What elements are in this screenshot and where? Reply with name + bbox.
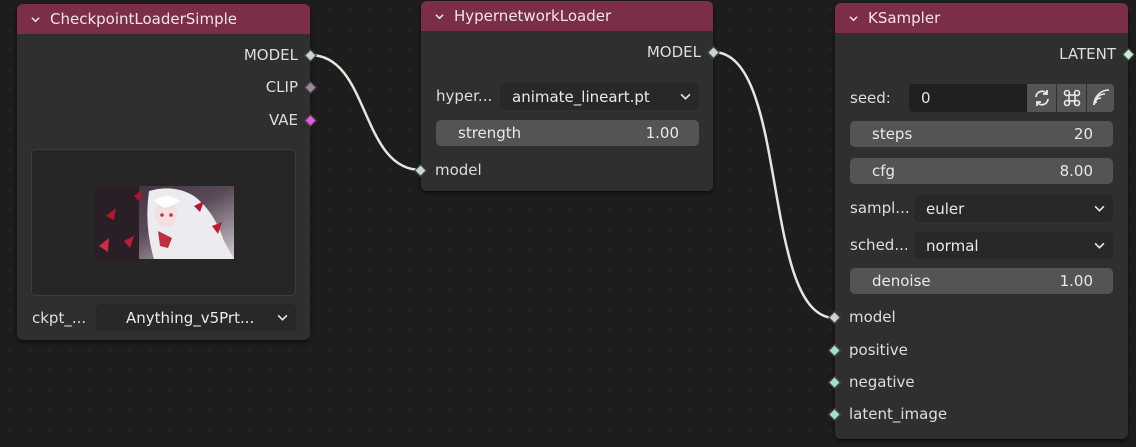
hypernetwork-name-label: hyper... [436, 87, 493, 105]
hypernetwork-loader-header[interactable]: HypernetworkLoader [421, 1, 713, 31]
command-key-icon [1063, 89, 1080, 107]
wire-checkpoint-model-to-hypernetwork [309, 53, 422, 172]
node-title: HypernetworkLoader [454, 7, 612, 25]
scheduler-label: sched... [850, 236, 909, 254]
collapse-chevron-icon[interactable] [849, 14, 858, 23]
output-vae[interactable]: VAE [269, 111, 317, 129]
input-negative[interactable]: negative [828, 373, 915, 391]
output-vae-socket[interactable] [304, 113, 317, 127]
output-latent-socket[interactable] [1122, 47, 1135, 61]
hypernetwork-loader-node[interactable]: HypernetworkLoader MODEL hyper... animat… [414, 1, 720, 191]
node-title: CheckpointLoaderSimple [50, 10, 237, 28]
chevron-down-icon [1094, 205, 1105, 212]
node-title: KSampler [868, 9, 941, 27]
chevron-down-icon [1094, 242, 1105, 249]
ckpt-name-select[interactable]: Anything_v5Prt... [96, 304, 296, 331]
cfg-slider[interactable]: cfg 8.00 [850, 158, 1113, 184]
hypernetwork-name-select[interactable]: animate_lineart.pt [500, 83, 699, 110]
output-model[interactable]: MODEL [244, 46, 317, 64]
ckpt-name-label: ckpt_... [32, 309, 87, 327]
strength-slider[interactable]: strength 1.00 [436, 120, 699, 146]
output-latent[interactable]: LATENT [1059, 45, 1135, 63]
randomize-seed-button[interactable] [1027, 84, 1056, 112]
seed-input[interactable]: 0 [909, 84, 1027, 112]
chevron-down-icon [277, 314, 288, 321]
input-model[interactable]: model [414, 161, 482, 179]
image-preview-area [31, 149, 296, 296]
input-positive-socket[interactable] [828, 343, 841, 357]
checkpoint-loader-header[interactable]: CheckpointLoaderSimple [17, 4, 310, 34]
seed-random-mode-button[interactable] [1087, 84, 1114, 112]
checkpoint-loader-node[interactable]: CheckpointLoaderSimple MODEL CLIP VAE ck… [17, 4, 317, 340]
steps-slider[interactable]: steps 20 [850, 121, 1113, 147]
preview-image [94, 186, 234, 259]
chevron-down-icon [680, 93, 691, 100]
refresh-icon [1034, 90, 1049, 106]
input-negative-socket[interactable] [828, 375, 841, 389]
input-latent-image-socket[interactable] [828, 407, 841, 421]
collapse-chevron-icon[interactable] [31, 15, 40, 24]
input-model-socket[interactable] [414, 163, 427, 177]
input-model[interactable]: model [828, 308, 896, 326]
sampler-name-select[interactable]: euler [914, 195, 1113, 222]
signal-waves-icon [1092, 89, 1109, 106]
ksampler-node[interactable]: KSampler LATENT seed: 0 steps 20 cfg 8.0… [828, 3, 1135, 439]
output-clip[interactable]: CLIP [266, 78, 317, 96]
seed-label: seed: [850, 89, 891, 107]
collapse-chevron-icon[interactable] [435, 12, 444, 21]
ksampler-header[interactable]: KSampler [835, 3, 1128, 33]
input-model-socket[interactable] [828, 310, 841, 324]
input-latent-image[interactable]: latent_image [828, 405, 947, 423]
input-positive[interactable]: positive [828, 341, 908, 359]
seed-control-button[interactable] [1057, 84, 1086, 112]
output-model-socket[interactable] [707, 45, 720, 59]
sampler-name-label: sampl... [850, 199, 910, 217]
output-clip-socket[interactable] [304, 80, 317, 94]
denoise-slider[interactable]: denoise 1.00 [850, 268, 1113, 294]
scheduler-select[interactable]: normal [914, 232, 1113, 259]
output-model-socket[interactable] [304, 48, 317, 62]
output-model[interactable]: MODEL [647, 43, 720, 61]
wire-hypernetwork-model-to-ksampler [712, 50, 836, 320]
